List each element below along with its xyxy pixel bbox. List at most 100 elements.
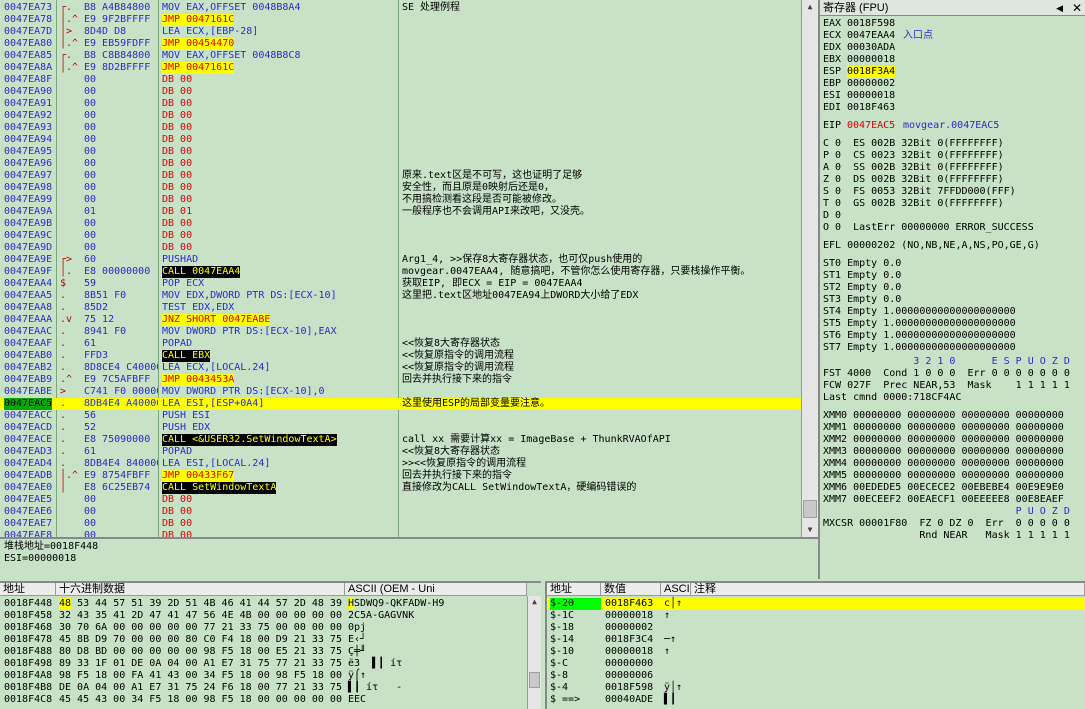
disasm-address[interactable]: 0047EA9C bbox=[4, 230, 52, 242]
disasm-address[interactable]: 0047EA80 bbox=[4, 38, 52, 50]
disasm-address[interactable]: 0047EA9F bbox=[4, 266, 52, 278]
disasm-address[interactable]: 0047EAC5 bbox=[4, 398, 53, 410]
disasm-address[interactable]: 0047EACD bbox=[4, 422, 52, 434]
close-icon[interactable]: ✕ bbox=[1072, 0, 1082, 16]
disasm-instruction[interactable]: LEA ECX,[LOCAL.24] bbox=[162, 362, 270, 374]
disasm-row[interactable]: 0047EAA8. 85D2 TEST EDX,EDX bbox=[0, 302, 801, 314]
disasm-row[interactable]: 0047EA95 00 DB 00 bbox=[0, 146, 801, 158]
disasm-instruction[interactable]: CALL EBX bbox=[162, 350, 211, 362]
disasm-instruction[interactable]: DB 00 bbox=[162, 134, 192, 146]
disasm-address[interactable]: 0047EA9E bbox=[4, 254, 52, 266]
disasm-row[interactable]: 0047EA9A 01 DB 01 一般程序也不会调用API来改吧，又没壳。 bbox=[0, 206, 801, 218]
stack-value[interactable]: 00040ADE bbox=[605, 694, 653, 706]
disasm-instruction[interactable]: DB 00 bbox=[162, 146, 192, 158]
disasm-address[interactable]: 0047EAE7 bbox=[4, 518, 52, 530]
scroll-thumb[interactable] bbox=[529, 672, 540, 688]
dump-scrollbar[interactable]: ▲ bbox=[527, 596, 541, 709]
disasm-instruction[interactable]: CALL 0047EAA4 bbox=[162, 266, 241, 278]
disasm-row[interactable]: 0047EAD3. 61 POPAD <<恢复8大寄存器状态 bbox=[0, 446, 801, 458]
disasm-instruction[interactable]: DB 00 bbox=[162, 218, 192, 230]
disasm-row[interactable]: 0047EAAC. 8941 F0 MOV DWORD PTR DS:[ECX-10… bbox=[0, 326, 801, 338]
disasm-row[interactable]: 0047EAB9 .^ E9 7C5AFBFF JMP 0043453A 回去并执行接下… bbox=[0, 374, 801, 386]
disasm-row[interactable]: 0047EA9E ┌> 60 PUSHAD Arg1_4, >>保存8大寄存器状态，也可… bbox=[0, 254, 801, 266]
disasm-instruction[interactable]: DB 01 bbox=[162, 206, 192, 218]
disasm-instruction[interactable]: JMP 0047161C bbox=[162, 62, 235, 74]
register-value[interactable]: 0047EAA4 bbox=[847, 30, 895, 42]
disasm-row[interactable]: 0047EADB │.^ E9 8754FBFF JMP 00433F67 回去并执行接… bbox=[0, 470, 801, 482]
disasm-address[interactable]: 0047EA8F bbox=[4, 74, 52, 86]
disasm-address[interactable]: 0047EA73 bbox=[4, 2, 52, 14]
disasm-row[interactable]: 0047EA8F 00 DB 00 bbox=[0, 74, 801, 86]
disasm-row[interactable]: 0047EAAF. 61 POPAD <<恢复8大寄存器状态 bbox=[0, 338, 801, 350]
disasm-address[interactable]: 0047EAE0 bbox=[4, 482, 52, 494]
register-value[interactable]: 0018F463 bbox=[847, 102, 895, 114]
register-row[interactable]: EDX 00030ADA bbox=[823, 42, 1083, 54]
disasm-row[interactable]: 0047EA8A │.^ E9 8D2BFFFF JMP 0047161C bbox=[0, 62, 801, 74]
dump-row[interactable]: 0018F4C8 45 45 43 00 34 F5 18 00 98 F5 18… bbox=[0, 694, 527, 706]
disasm-address[interactable]: 0047EAAF bbox=[4, 338, 52, 350]
stack-row[interactable]: $-10 00000018 ↑ bbox=[547, 646, 1085, 658]
dump-header-address[interactable]: 地址 bbox=[0, 583, 56, 596]
dump-row[interactable]: 0018F478 45 8B D9 70 00 00 00 80 C0 F4 18… bbox=[0, 634, 527, 646]
disasm-address[interactable]: 0047EA93 bbox=[4, 122, 52, 134]
stack-value[interactable]: 00000002 bbox=[605, 622, 653, 634]
dump-address[interactable]: 0018F488 bbox=[4, 646, 52, 658]
disasm-address[interactable]: 0047EA92 bbox=[4, 110, 52, 122]
disassembly-pane[interactable]: 0047EA73 ┌. B8 A4B84800 MOV EAX,OFFSET 0048… bbox=[0, 0, 801, 537]
dump-hex-bytes[interactable]: 48 53 44 57 51 39 2D 51 4B 46 41 44 57 2… bbox=[59, 598, 342, 610]
disasm-address[interactable]: 0047EA95 bbox=[4, 146, 52, 158]
dump-hex-bytes[interactable]: 45 45 43 00 34 F5 18 00 98 F5 18 00 00 0… bbox=[59, 694, 342, 706]
selected-byte[interactable]: 48 bbox=[59, 598, 72, 609]
disasm-row[interactable]: 0047EA99 00 DB 00 不用搞检测看这段是否可能被修改。 bbox=[0, 194, 801, 206]
dump-row[interactable]: 0018F4B8 DE 0A 04 00 A1 E7 31 75 24 F6 18… bbox=[0, 682, 527, 694]
disasm-address[interactable]: 0047EA78 bbox=[4, 14, 52, 26]
registers-pane[interactable]: 寄存器 (FPU) ✕ ◀ EAX 0018F598 ECX 0047EAA4 入口点 E… bbox=[818, 0, 1085, 579]
disasm-row[interactable]: 0047EA9D 00 DB 00 bbox=[0, 242, 801, 254]
disasm-address[interactable]: 0047EAD3 bbox=[4, 446, 52, 458]
disasm-instruction[interactable]: DB 00 bbox=[162, 194, 192, 206]
scroll-thumb[interactable] bbox=[803, 500, 817, 518]
disasm-instruction[interactable]: TEST EDX,EDX bbox=[162, 302, 234, 314]
scroll-down-arrow-icon[interactable]: ▼ bbox=[802, 523, 818, 537]
disasm-instruction[interactable]: DB 00 bbox=[162, 98, 192, 110]
register-value[interactable]: 00000018 bbox=[847, 54, 895, 66]
dump-row[interactable]: 0018F4A8 98 F5 18 00 FA 41 43 00 34 F5 18… bbox=[0, 670, 527, 682]
stack-header-value[interactable]: 数值 bbox=[601, 583, 661, 596]
disasm-row[interactable]: 0047EA98 00 DB 00 安全性，而且原是0映射后还是0， bbox=[0, 182, 801, 194]
stack-row[interactable]: $-14 0018F3C4 ─↑ bbox=[547, 634, 1085, 646]
disasm-row[interactable]: 0047EAA4 $59 POP ECX 获取EIP, 即ECX = EIP = 00… bbox=[0, 278, 801, 290]
disasm-address[interactable]: 0047EA8A bbox=[4, 62, 52, 74]
dump-hex-bytes[interactable]: 32 43 35 41 2D 47 41 47 56 4E 4B 00 00 0… bbox=[59, 610, 342, 622]
disasm-row[interactable]: 0047EA73 ┌. B8 A4B84800 MOV EAX,OFFSET 0048… bbox=[0, 2, 801, 14]
register-value[interactable]: 0018F598 bbox=[847, 18, 895, 30]
disasm-instruction[interactable]: POPAD bbox=[162, 338, 192, 350]
disasm-address[interactable]: 0047EAB0 bbox=[4, 350, 52, 362]
dump-row[interactable]: 0018F488 80 D8 BD 00 00 00 00 00 98 F5 18… bbox=[0, 646, 527, 658]
disasm-address[interactable]: 0047EA98 bbox=[4, 182, 52, 194]
disasm-row[interactable]: 0047EAE8 00 DB 00 bbox=[0, 530, 801, 537]
register-row[interactable]: EDI 0018F463 bbox=[823, 102, 1083, 114]
stack-row[interactable]: $-20 0018F463 c│↑ bbox=[547, 598, 1085, 610]
disasm-row[interactable]: 0047EAC5. 8DB4E4 A4000000 LEA ESI,[ESP+0A4… bbox=[0, 398, 801, 410]
disasm-instruction[interactable]: DB 00 bbox=[162, 158, 192, 170]
disasm-row[interactable]: 0047EAA5. 8B51 F0 MOV EDX,DWORD PTR DS:[EC… bbox=[0, 290, 801, 302]
flag-row[interactable]: C 0 ES 002B 32Bit 0(FFFFFFFF) bbox=[823, 138, 1004, 150]
disasm-address[interactable]: 0047EAE6 bbox=[4, 506, 52, 518]
disasm-row[interactable]: 0047EA9F │. E8 00000000 CALL 0047EAA4 movgea… bbox=[0, 266, 801, 278]
disasm-address[interactable]: 0047EA94 bbox=[4, 134, 52, 146]
disasm-instruction[interactable]: DB 00 bbox=[162, 122, 192, 134]
disasm-row[interactable]: 0047EA85 ┌. B8 C8B84800 MOV EAX,OFFSET 0048… bbox=[0, 50, 801, 62]
stack-row[interactable]: $-4 0018F598 ÿ│↑ bbox=[547, 682, 1085, 694]
register-value[interactable]: 00000002 bbox=[847, 78, 895, 90]
disasm-address[interactable]: 0047EA7D bbox=[4, 26, 52, 38]
disasm-row[interactable]: 0047EA92 00 DB 00 bbox=[0, 110, 801, 122]
disasm-instruction[interactable]: CALL SetWindowTextA bbox=[162, 482, 277, 494]
disasm-row[interactable]: 0047EA93 00 DB 00 bbox=[0, 122, 801, 134]
disasm-address[interactable]: 0047EA9A bbox=[4, 206, 52, 218]
register-value[interactable]: 0018F3A4 bbox=[847, 66, 896, 78]
disasm-row[interactable]: 0047EAE7 00 DB 00 bbox=[0, 518, 801, 530]
collapse-arrow-icon[interactable]: ◀ bbox=[1056, 0, 1063, 16]
dump-address[interactable]: 0018F458 bbox=[4, 610, 52, 622]
stack-row[interactable]: $-1C 00000018 ↑ bbox=[547, 610, 1085, 622]
disasm-instruction[interactable]: JMP 00433F67 bbox=[162, 470, 235, 482]
